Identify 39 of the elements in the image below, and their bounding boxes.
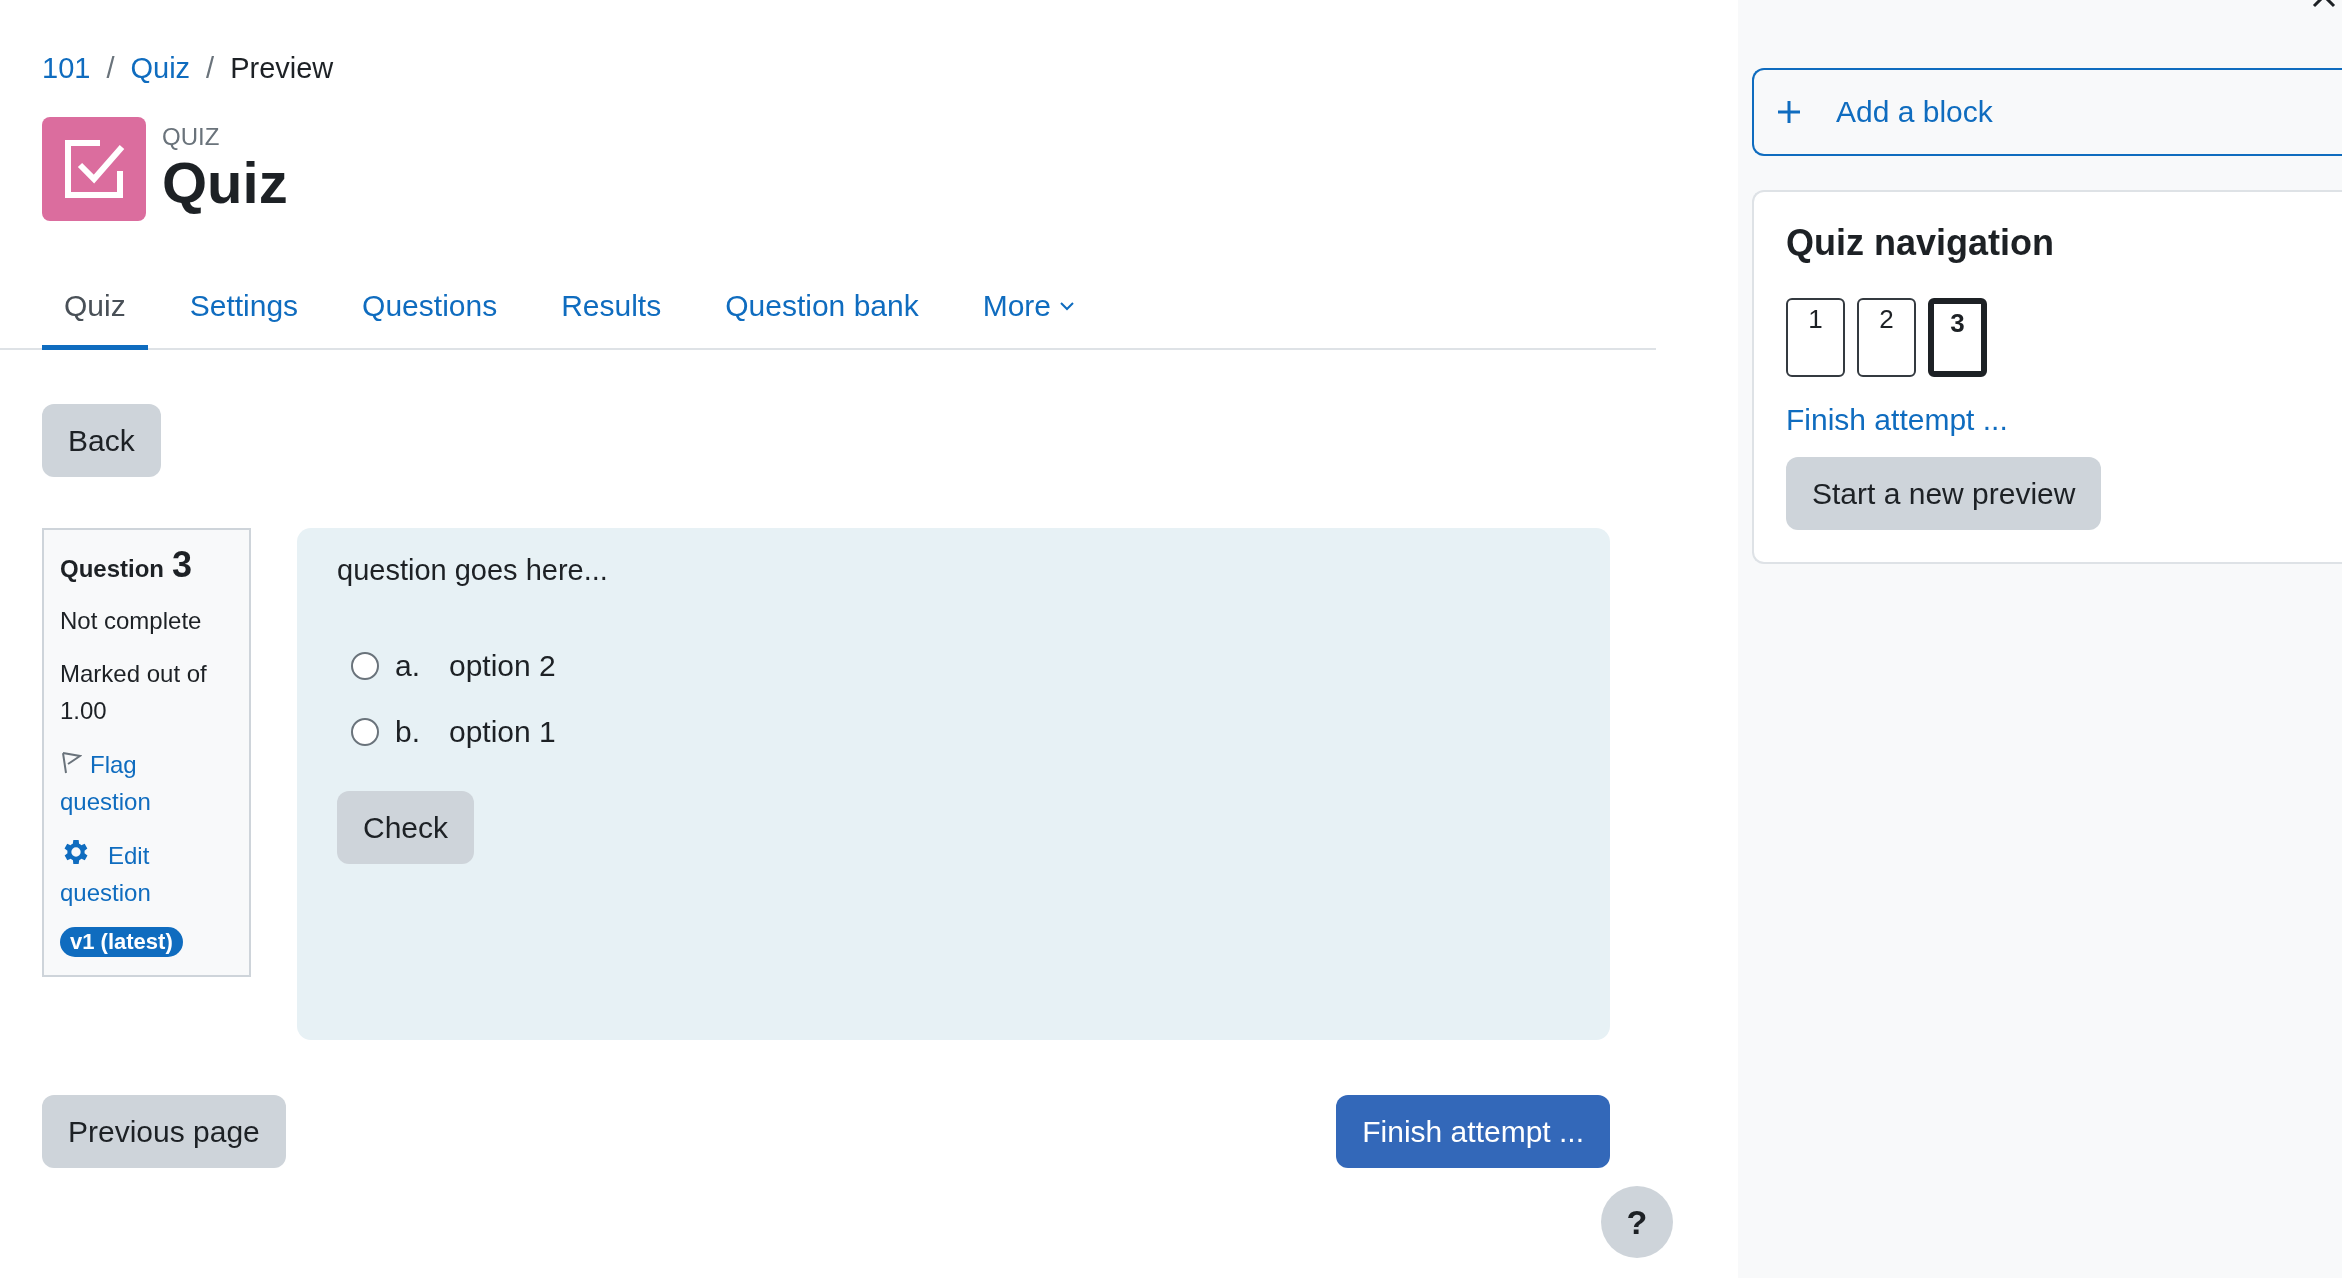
- nav-tab[interactable]: Question bank: [703, 271, 941, 350]
- flag-question-link[interactable]: Flag question: [60, 745, 225, 820]
- plus-icon: [1776, 99, 1802, 125]
- question-state: Not complete: [60, 606, 203, 636]
- answer-option[interactable]: a. option 2: [337, 649, 556, 683]
- help-button[interactable]: ?: [1601, 1186, 1673, 1258]
- answer-option[interactable]: b. option 1: [337, 715, 556, 749]
- breadcrumb-current: Preview: [230, 52, 334, 85]
- module-type: QUIZ: [162, 123, 221, 152]
- nav-tab[interactable]: Quiz: [42, 271, 148, 350]
- question-label: Question: [60, 555, 164, 583]
- nav-tab[interactable]: Results: [539, 271, 684, 350]
- question-nav-button[interactable]: 2: [1857, 298, 1916, 377]
- radio-button[interactable]: [351, 652, 379, 680]
- question-text: question goes here...: [337, 554, 608, 587]
- finish-attempt-button[interactable]: Finish attempt ...: [1336, 1095, 1610, 1168]
- question-nav-button[interactable]: 1: [1786, 298, 1845, 377]
- question-nav-button[interactable]: 3: [1928, 298, 1987, 377]
- question-mark: Marked out of 1.00: [60, 659, 208, 727]
- nav-tab[interactable]: More: [960, 271, 1098, 350]
- new-preview-button[interactable]: Start a new preview: [1786, 457, 2102, 530]
- breadcrumb-separator: /: [206, 52, 215, 85]
- check-button[interactable]: Check: [337, 791, 475, 864]
- back-button[interactable]: Back: [42, 404, 161, 477]
- nav-tab[interactable]: Questions: [340, 271, 520, 350]
- question-number: 3: [172, 544, 193, 586]
- block-title: Quiz navigation: [1786, 222, 2054, 264]
- page-title: Quiz: [162, 151, 288, 215]
- radio-button[interactable]: [351, 718, 379, 746]
- version-badge: v1 (latest): [60, 927, 183, 958]
- previous-page-button[interactable]: Previous page: [42, 1095, 286, 1168]
- breadcrumb-link[interactable]: 101: [42, 52, 91, 85]
- edit-question-link[interactable]: Edit question: [60, 835, 225, 912]
- quiz-checkbox-icon: [42, 117, 146, 221]
- add-block-button[interactable]: Add a block: [1752, 68, 2342, 156]
- finish-attempt-link[interactable]: Finish attempt ...: [1786, 403, 2008, 437]
- breadcrumb-link[interactable]: Quiz: [130, 52, 191, 85]
- breadcrumb-separator: /: [106, 52, 115, 85]
- nav-tab[interactable]: Settings: [167, 271, 321, 350]
